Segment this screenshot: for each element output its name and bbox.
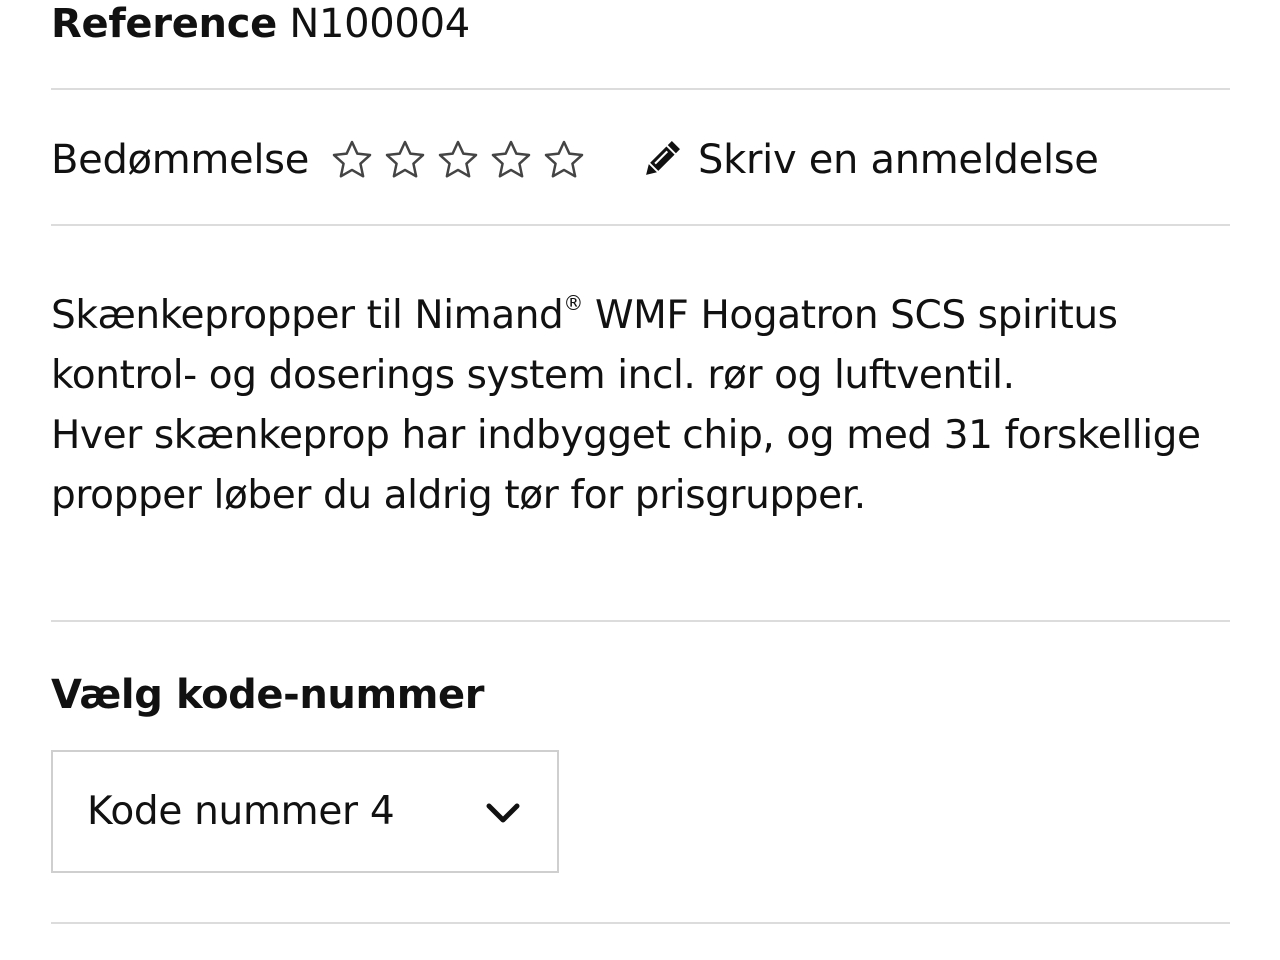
star-icon[interactable]: [541, 137, 587, 183]
description-paragraph: Hver skænkeprop har indbygget chip, og m…: [51, 413, 1201, 518]
divider: [51, 922, 1230, 924]
write-review-label: Skriv en anmeldelse: [698, 137, 1099, 183]
star-icon[interactable]: [435, 137, 481, 183]
write-review-link[interactable]: Skriv en anmeldelse: [638, 137, 1099, 183]
divider: [51, 224, 1230, 226]
rating-label: Bedømmelse: [51, 137, 310, 183]
reference-label: Reference: [51, 1, 277, 47]
description-text: Skænkepropper til Nimand: [51, 293, 564, 338]
divider: [51, 88, 1230, 90]
product-description: Skænkepropper til Nimand® WMF Hogatron S…: [51, 273, 1231, 526]
registered-mark: ®: [563, 291, 584, 315]
star-rating[interactable]: [329, 137, 594, 183]
code-select-label: Vælg kode-nummer: [51, 672, 485, 718]
reference-value: N100004: [289, 1, 470, 47]
product-details: Reference N100004 Bedømmelse Skriv en an…: [0, 0, 1280, 960]
pencil-icon: [646, 141, 681, 175]
divider: [51, 620, 1230, 622]
selected-value: Kode nummer 4: [87, 789, 395, 834]
star-icon[interactable]: [329, 137, 375, 183]
rating-row: Bedømmelse Skriv en anmeldelse: [51, 132, 1099, 188]
product-reference: Reference N100004: [51, 2, 470, 46]
star-icon[interactable]: [488, 137, 534, 183]
code-number-select[interactable]: Kode nummer 4: [51, 750, 559, 873]
chevron-down-icon: [486, 803, 520, 823]
star-icon[interactable]: [382, 137, 428, 183]
